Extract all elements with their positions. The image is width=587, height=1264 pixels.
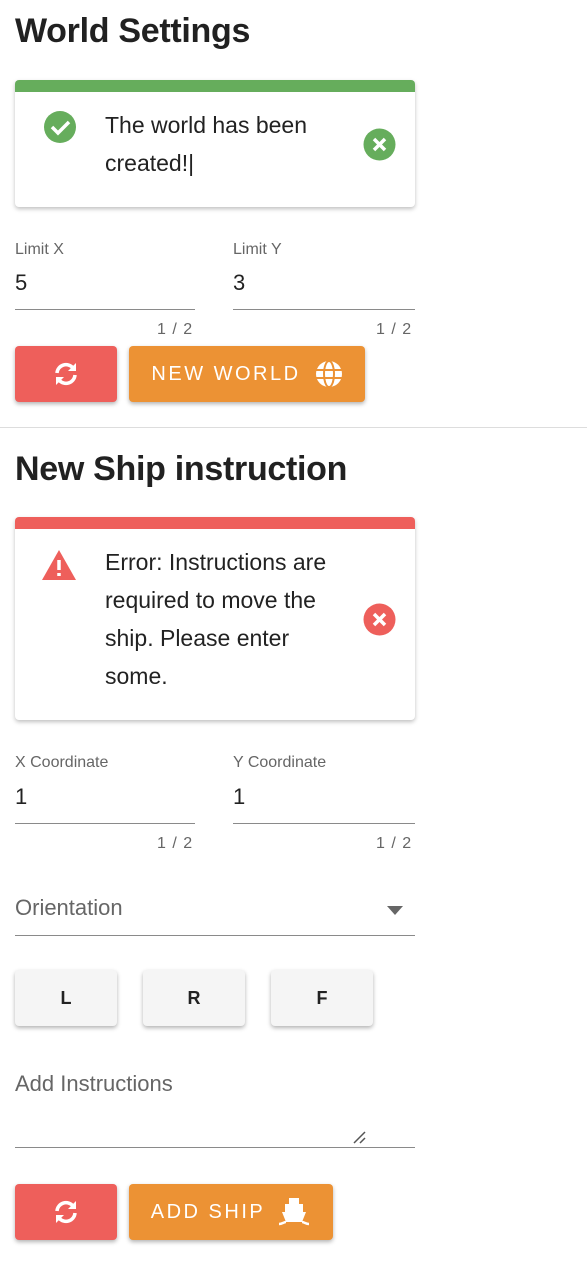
- left-button[interactable]: L: [15, 970, 117, 1026]
- limit-x-underline: [15, 309, 195, 310]
- right-button[interactable]: R: [143, 970, 245, 1026]
- sync-icon: [55, 1200, 77, 1224]
- add-ship-label: ADD SHIP: [150, 1200, 266, 1223]
- error-message: Error: Instructions are required to move…: [105, 549, 327, 689]
- x-coordinate-label: X Coordinate: [15, 754, 109, 771]
- limit-y-input[interactable]: 3: [233, 270, 245, 296]
- error-alert: Error: Instructions are required to move…: [15, 517, 415, 720]
- success-message: The world has been created!|: [105, 112, 308, 176]
- new-world-button[interactable]: NEW WORLD: [129, 346, 365, 402]
- success-alert: The world has been created!|: [15, 80, 415, 207]
- orientation-placeholder: Orientation: [15, 895, 123, 920]
- ship-icon: [279, 1198, 310, 1226]
- warning-icon: [42, 550, 76, 580]
- y-coordinate-label: Y Coordinate: [233, 754, 327, 771]
- check-circle-icon: [44, 111, 76, 143]
- globe-icon: [315, 360, 342, 388]
- section-divider: [0, 427, 587, 428]
- limit-y-label: Limit Y: [233, 241, 282, 258]
- sync-icon: [55, 362, 77, 386]
- world-settings-title: World Settings: [15, 12, 251, 50]
- limit-x-label: Limit X: [15, 241, 64, 258]
- add-ship-button[interactable]: ADD SHIP: [129, 1184, 333, 1240]
- new-world-label: NEW WORLD: [151, 362, 301, 385]
- close-alert-icon[interactable]: [363, 128, 396, 161]
- instructions-placeholder: Add Instructions: [15, 1071, 173, 1096]
- reset-world-button[interactable]: [15, 346, 117, 402]
- limit-y-underline: [233, 309, 415, 310]
- y-counter: 1 / 2: [376, 835, 413, 852]
- x-counter: 1 / 2: [157, 835, 194, 852]
- resize-handle-icon[interactable]: [352, 1130, 366, 1144]
- y-coordinate-input[interactable]: 1: [233, 784, 245, 810]
- instructions-textarea[interactable]: Add Instructions: [15, 1066, 415, 1148]
- ship-section-title: New Ship instruction: [15, 450, 348, 488]
- close-alert-icon[interactable]: [363, 603, 396, 636]
- forward-button[interactable]: F: [271, 970, 373, 1026]
- x-coordinate-input[interactable]: 1: [15, 784, 27, 810]
- reset-ship-button[interactable]: [15, 1184, 117, 1240]
- chevron-down-icon: [387, 906, 403, 915]
- limit-x-counter: 1 / 2: [157, 321, 194, 338]
- limit-x-input[interactable]: 5: [15, 270, 27, 296]
- limit-y-counter: 1 / 2: [376, 321, 413, 338]
- orientation-select[interactable]: Orientation: [15, 890, 415, 936]
- x-underline: [15, 823, 195, 824]
- y-underline: [233, 823, 415, 824]
